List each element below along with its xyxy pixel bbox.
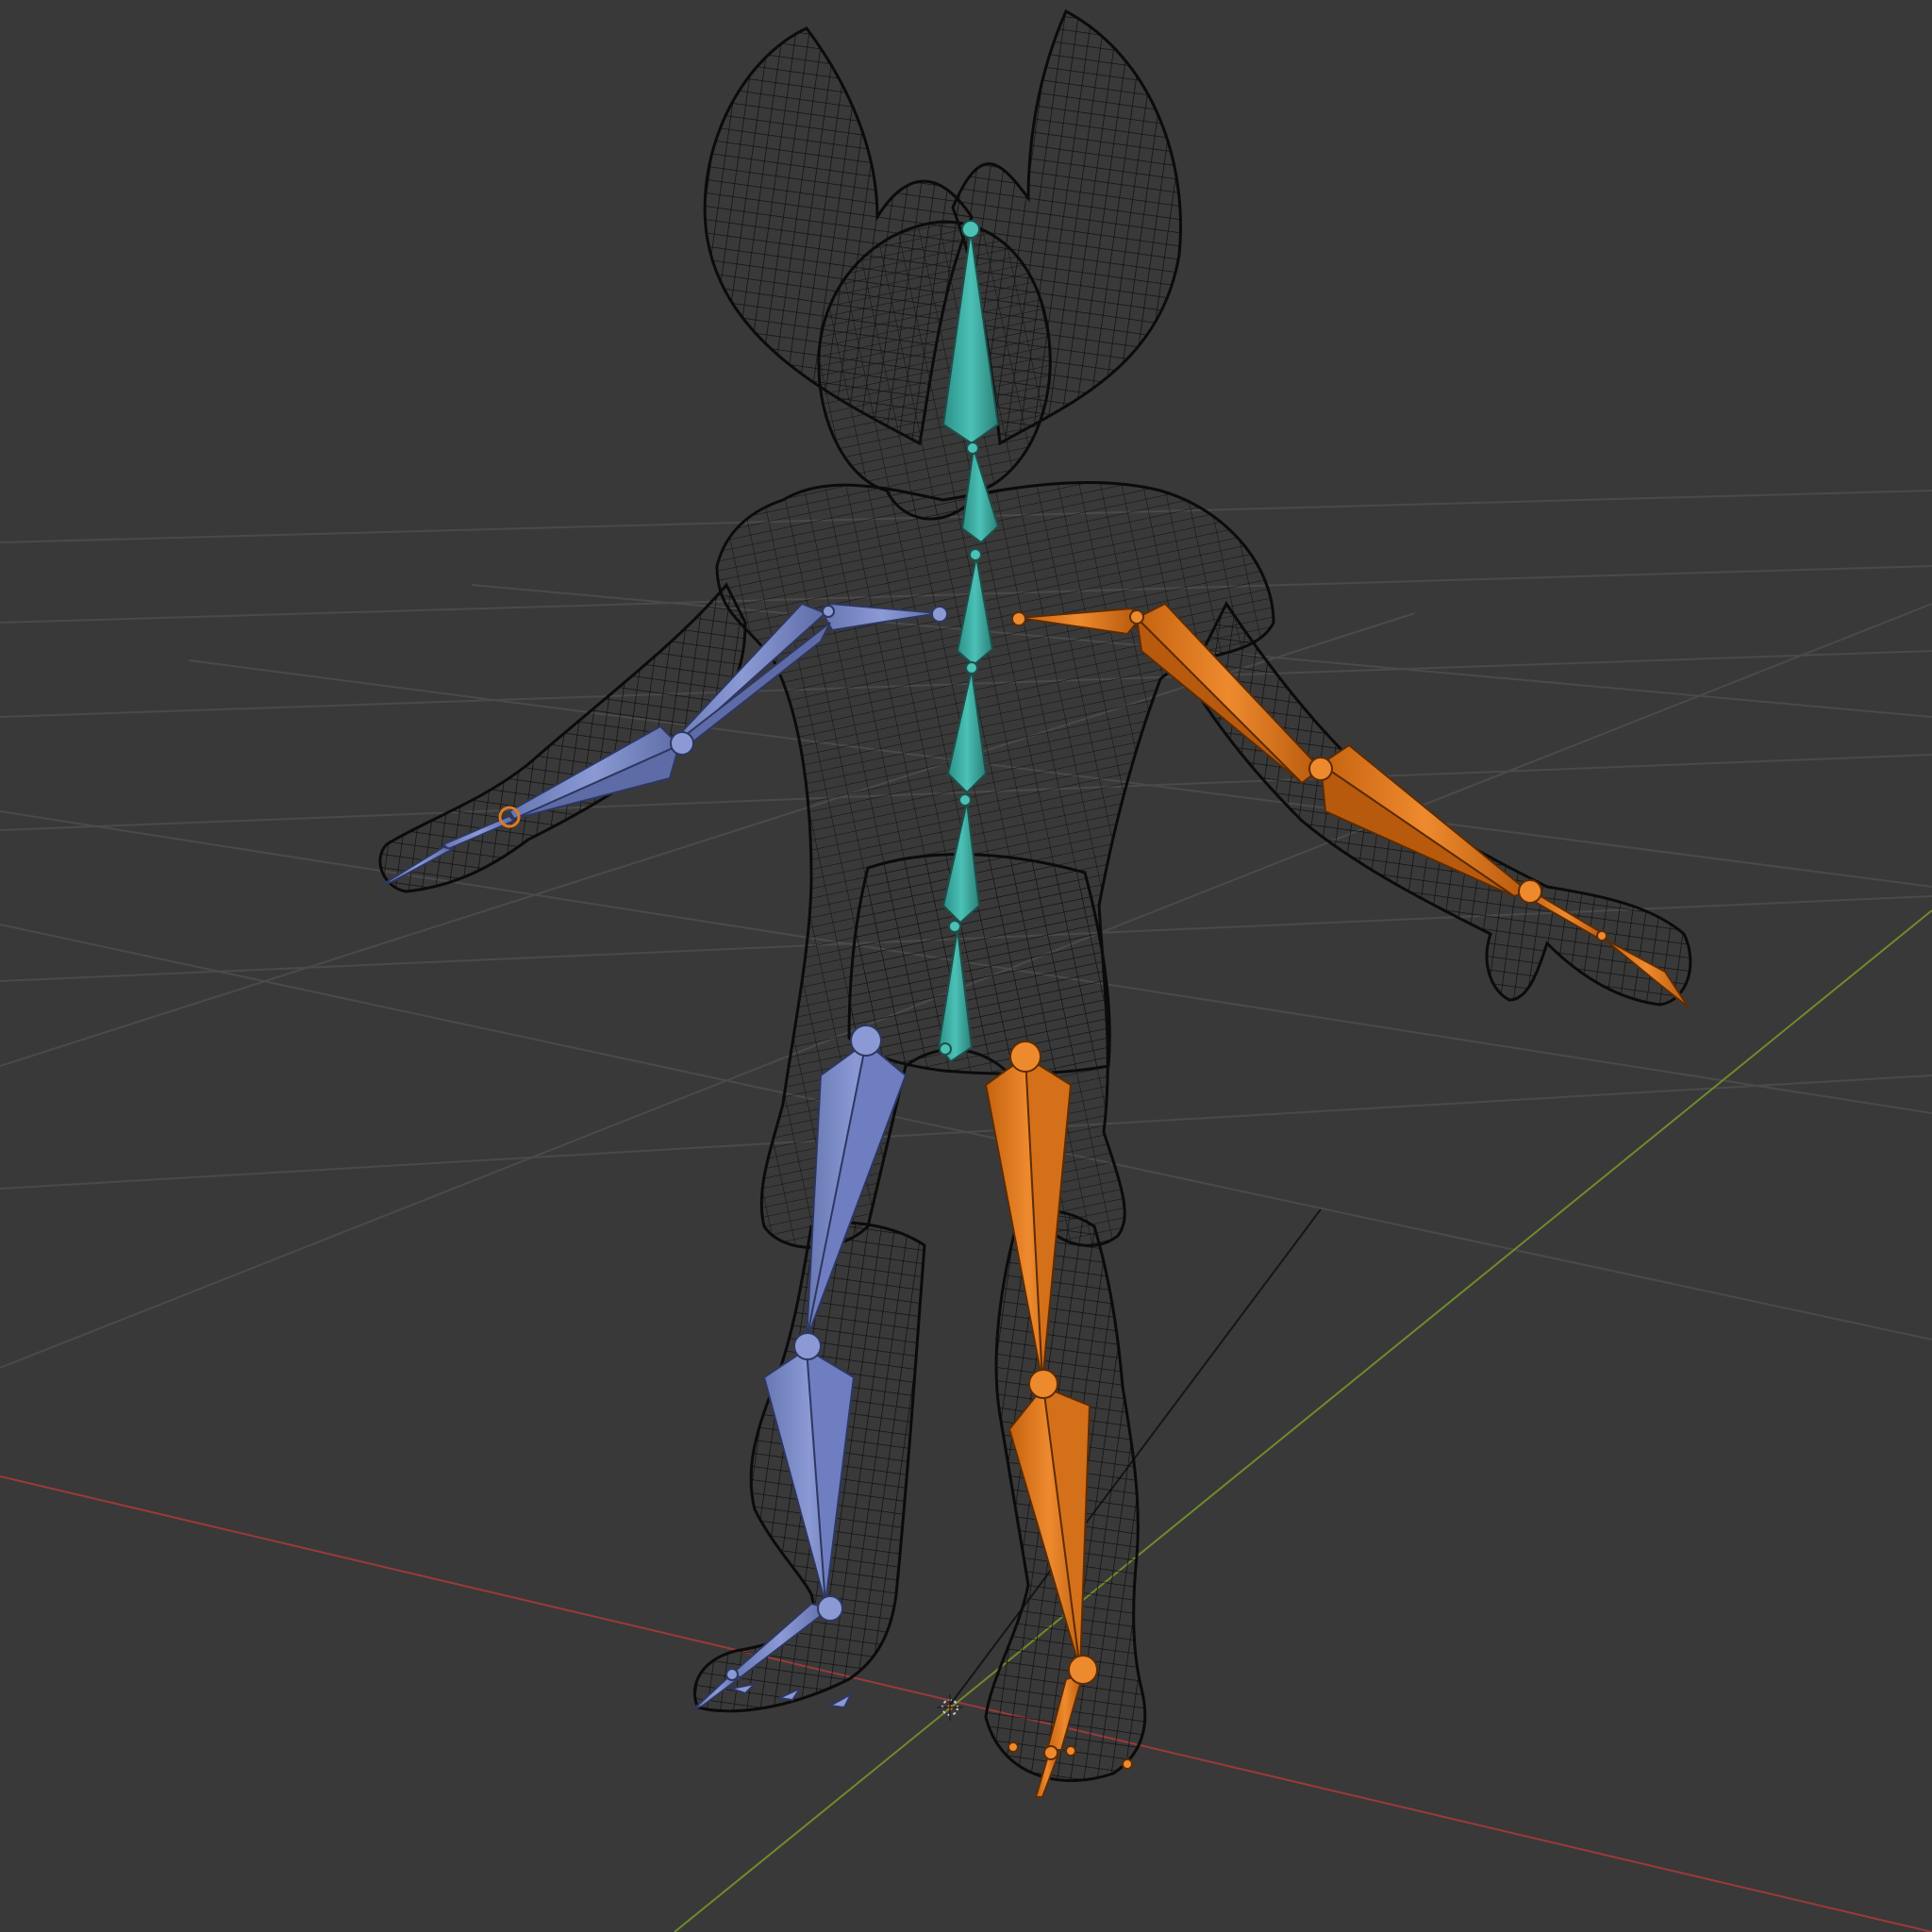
x-axis-line — [0, 1475, 1932, 1932]
toe-bone-3-l[interactable] — [826, 1691, 854, 1709]
3d-viewport[interactable] — [0, 0, 1932, 1932]
